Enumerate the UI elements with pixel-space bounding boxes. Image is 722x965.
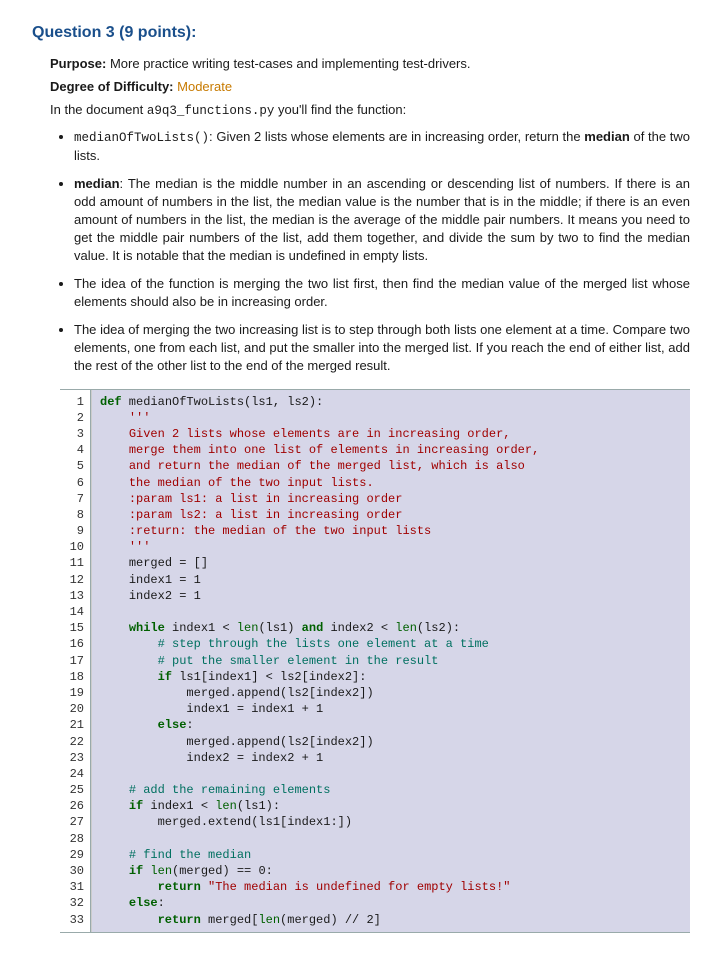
- line-number: 16: [64, 636, 84, 652]
- code-line: [100, 766, 682, 782]
- line-number: 30: [64, 863, 84, 879]
- line-number: 29: [64, 847, 84, 863]
- code-line: merged.extend(ls1[index1:]): [100, 814, 682, 830]
- line-number: 15: [64, 620, 84, 636]
- line-number-gutter: 1234567891011121314151617181920212223242…: [60, 390, 91, 932]
- code-line: and return the median of the merged list…: [100, 458, 682, 474]
- code-line: if index1 < len(ls1):: [100, 798, 682, 814]
- code-line: # add the remaining elements: [100, 782, 682, 798]
- line-number: 17: [64, 653, 84, 669]
- difficulty-label: Degree of Difficulty:: [50, 79, 174, 94]
- code-line: ''': [100, 410, 682, 426]
- purpose-label: Purpose:: [50, 56, 106, 71]
- bold-word: median: [74, 176, 120, 191]
- purpose-text: More practice writing test-cases and imp…: [110, 56, 471, 71]
- line-number: 8: [64, 507, 84, 523]
- line-number: 9: [64, 523, 84, 539]
- line-number: 33: [64, 912, 84, 928]
- function-name: medianOfTwoLists(): [74, 131, 209, 145]
- code-line: index2 = 1: [100, 588, 682, 604]
- code-line: index1 = 1: [100, 572, 682, 588]
- code-block: 1234567891011121314151617181920212223242…: [60, 389, 690, 933]
- code-line: :param ls1: a list in increasing order: [100, 491, 682, 507]
- code-line: # step through the lists one element at …: [100, 636, 682, 652]
- line-number: 19: [64, 685, 84, 701]
- code-line: :return: the median of the two input lis…: [100, 523, 682, 539]
- line-number: 25: [64, 782, 84, 798]
- line-number: 32: [64, 895, 84, 911]
- line-number: 13: [64, 588, 84, 604]
- line-number: 26: [64, 798, 84, 814]
- code-line: else:: [100, 895, 682, 911]
- line-number: 1: [64, 394, 84, 410]
- bullet-text: : The median is the middle number in an …: [74, 176, 690, 263]
- difficulty-row: Degree of Difficulty: Moderate: [50, 79, 690, 94]
- line-number: 24: [64, 766, 84, 782]
- purpose-row: Purpose: More practice writing test-case…: [50, 56, 690, 71]
- code-line: :param ls2: a list in increasing order: [100, 507, 682, 523]
- bullet-text: : Given 2 lists whose elements are in in…: [209, 129, 584, 144]
- code-line: if len(merged) == 0:: [100, 863, 682, 879]
- code-line: def medianOfTwoLists(ls1, ls2):: [100, 394, 682, 410]
- line-number: 21: [64, 717, 84, 733]
- line-number: 20: [64, 701, 84, 717]
- code-body: def medianOfTwoLists(ls1, ls2): ''' Give…: [91, 390, 690, 932]
- line-number: 27: [64, 814, 84, 830]
- line-number: 7: [64, 491, 84, 507]
- line-number: 2: [64, 410, 84, 426]
- line-number: 10: [64, 539, 84, 555]
- code-line: index2 = index2 + 1: [100, 750, 682, 766]
- code-line: [100, 831, 682, 847]
- code-line: merge them into one list of elements in …: [100, 442, 682, 458]
- code-line: merged.append(ls2[index2]): [100, 685, 682, 701]
- code-line: Given 2 lists whose elements are in incr…: [100, 426, 682, 442]
- code-line: return merged[len(merged) // 2]: [100, 912, 682, 928]
- line-number: 14: [64, 604, 84, 620]
- line-number: 11: [64, 555, 84, 571]
- code-line: # put the smaller element in the result: [100, 653, 682, 669]
- line-number: 23: [64, 750, 84, 766]
- bullet-text: The idea of merging the two increasing l…: [74, 322, 690, 373]
- code-line: the median of the two input lists.: [100, 475, 682, 491]
- intro-filename: a9q3_functions.py: [147, 104, 275, 118]
- difficulty-value: Moderate: [177, 79, 232, 94]
- line-number: 5: [64, 458, 84, 474]
- intro-line: In the document a9q3_functions.py you'll…: [50, 102, 690, 118]
- line-number: 22: [64, 734, 84, 750]
- line-number: 28: [64, 831, 84, 847]
- code-line: ''': [100, 539, 682, 555]
- intro-post: you'll find the function:: [274, 102, 406, 117]
- code-line: while index1 < len(ls1) and index2 < len…: [100, 620, 682, 636]
- bullet-item: medianOfTwoLists(): Given 2 lists whose …: [74, 128, 690, 165]
- line-number: 31: [64, 879, 84, 895]
- line-number: 6: [64, 475, 84, 491]
- code-line: merged.append(ls2[index2]): [100, 734, 682, 750]
- line-number: 12: [64, 572, 84, 588]
- bullet-item: The idea of merging the two increasing l…: [74, 321, 690, 375]
- line-number: 18: [64, 669, 84, 685]
- question-title: Question 3 (9 points):: [32, 24, 690, 42]
- code-line: return "The median is undefined for empt…: [100, 879, 682, 895]
- intro-pre: In the document: [50, 102, 147, 117]
- bullet-item: The idea of the function is merging the …: [74, 275, 690, 311]
- bold-word: median: [584, 129, 630, 144]
- line-number: 4: [64, 442, 84, 458]
- code-line: [100, 604, 682, 620]
- code-line: merged = []: [100, 555, 682, 571]
- code-line: if ls1[index1] < ls2[index2]:: [100, 669, 682, 685]
- bullet-item: median: The median is the middle number …: [74, 175, 690, 265]
- bullet-list: medianOfTwoLists(): Given 2 lists whose …: [74, 128, 690, 375]
- line-number: 3: [64, 426, 84, 442]
- code-line: else:: [100, 717, 682, 733]
- bullet-text: The idea of the function is merging the …: [74, 276, 690, 309]
- code-line: # find the median: [100, 847, 682, 863]
- code-line: index1 = index1 + 1: [100, 701, 682, 717]
